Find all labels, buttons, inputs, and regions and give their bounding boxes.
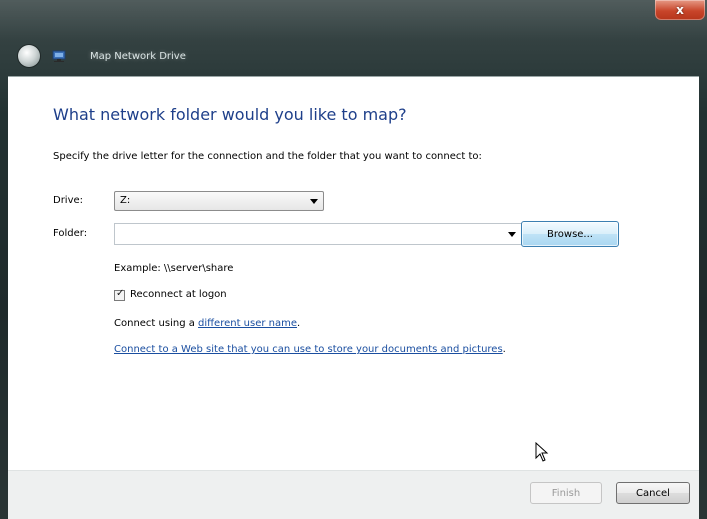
connect-using-suffix: . — [297, 318, 301, 329]
chevron-down-icon — [310, 199, 318, 204]
browse-button[interactable]: Browse... — [521, 221, 619, 247]
back-arrow-icon[interactable] — [18, 45, 40, 67]
folder-input[interactable] — [114, 223, 524, 245]
glass-highlight — [0, 0, 707, 40]
close-icon: x — [676, 3, 684, 17]
web-site-link[interactable]: Connect to a Web site that you can use t… — [114, 344, 503, 355]
chevron-down-icon[interactable] — [508, 232, 516, 237]
network-drive-icon — [52, 50, 66, 62]
different-user-name-link[interactable]: different user name — [198, 318, 297, 329]
drive-value: Z: — [120, 195, 131, 206]
web-site-line: Connect to a Web site that you can use t… — [114, 344, 506, 355]
finish-button[interactable]: Finish — [530, 482, 602, 504]
drive-label: Drive: — [53, 195, 84, 206]
instruction-text: Specify the drive letter for the connect… — [53, 151, 482, 162]
folder-label: Folder: — [53, 228, 88, 239]
page-title: What network folder would you like to ma… — [53, 105, 407, 124]
close-button[interactable]: x — [655, 0, 705, 20]
reconnect-checkbox[interactable]: ✓ — [114, 288, 125, 301]
example-hint: Example: \\server\share — [114, 263, 234, 274]
cancel-button[interactable]: Cancel — [616, 482, 690, 504]
reconnect-label[interactable]: Reconnect at logon — [130, 289, 227, 300]
window-title: Map Network Drive — [90, 51, 186, 62]
map-network-drive-window: x Map Network Drive What network folder … — [0, 0, 707, 519]
drive-dropdown[interactable]: Z: — [114, 191, 324, 211]
checkmark-icon: ✓ — [116, 288, 125, 299]
dialog-content: What network folder would you like to ma… — [8, 76, 699, 471]
connect-using-line: Connect using a different user name. — [114, 318, 300, 329]
mouse-pointer-icon — [535, 442, 549, 462]
connect-using-prefix: Connect using a — [114, 318, 199, 329]
web-site-link-suffix: . — [502, 344, 506, 355]
